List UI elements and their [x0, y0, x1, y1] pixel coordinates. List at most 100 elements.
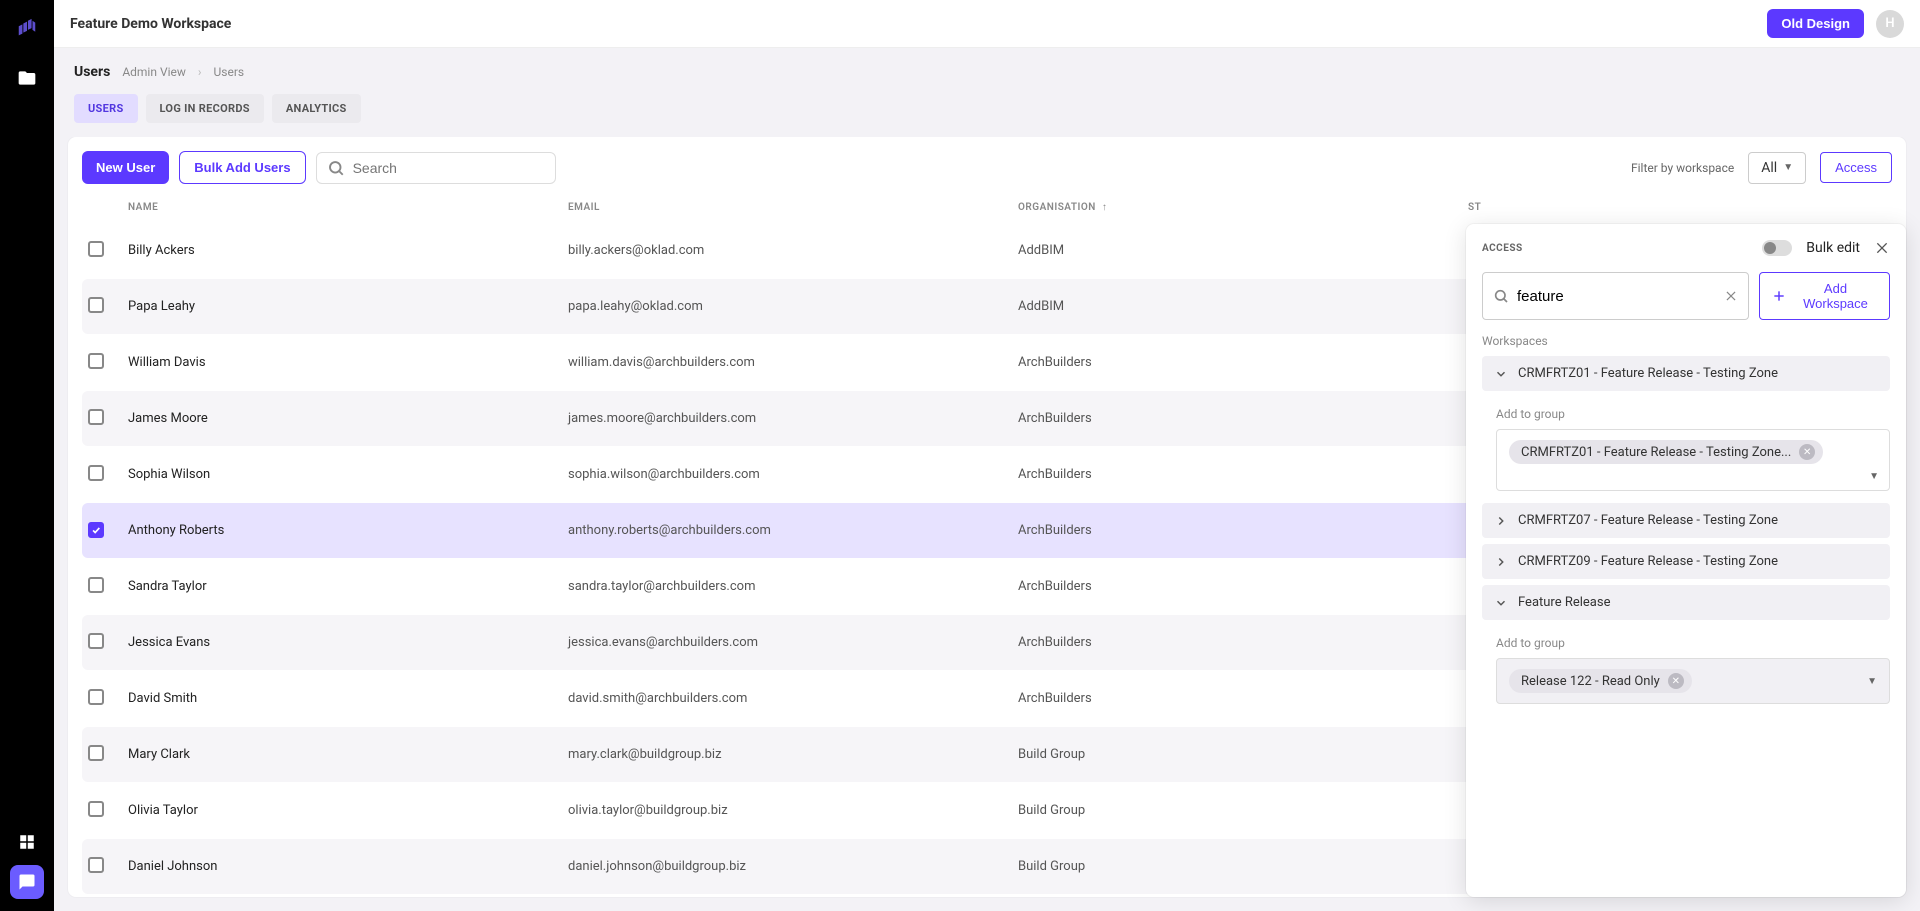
cell-email: papa.leahy@oklad.com — [568, 299, 1018, 314]
panel-title: ACCESS — [1482, 243, 1523, 254]
new-user-button[interactable]: New User — [82, 151, 169, 184]
sort-asc-icon: ↑ — [1102, 202, 1108, 213]
search-box[interactable] — [316, 152, 556, 184]
chip-remove-icon[interactable]: ✕ — [1668, 673, 1684, 689]
group-chip: Release 122 - Read Only ✕ — [1509, 669, 1692, 693]
panel-search-input[interactable] — [1517, 288, 1716, 305]
checkbox[interactable] — [88, 857, 104, 873]
panel-search-box[interactable] — [1482, 272, 1749, 320]
checkbox[interactable] — [88, 745, 104, 761]
add-workspace-button[interactable]: Add Workspace — [1759, 272, 1890, 320]
cell-email: sandra.taylor@archbuilders.com — [568, 579, 1018, 594]
chevron-down-icon — [1494, 367, 1508, 381]
cell-organisation: ArchBuilders — [1018, 467, 1468, 482]
workspace-item[interactable]: CRMFRTZ07 - Feature Release - Testing Zo… — [1482, 503, 1890, 538]
search-input[interactable] — [353, 160, 545, 176]
cell-email: olivia.taylor@buildgroup.biz — [568, 803, 1018, 818]
group-select[interactable]: CRMFRTZ01 - Feature Release - Testing Zo… — [1496, 429, 1890, 491]
filter-by-workspace-label: Filter by workspace — [1631, 161, 1734, 175]
bulk-edit-toggle[interactable] — [1762, 240, 1792, 256]
cell-organisation: ArchBuilders — [1018, 411, 1468, 426]
checkbox[interactable] — [88, 689, 104, 705]
breadcrumb-item[interactable]: Admin View — [122, 65, 186, 79]
access-panel: ACCESS Bulk edit — [1466, 224, 1906, 897]
chip-remove-icon[interactable]: ✕ — [1799, 444, 1815, 460]
cell-name: James Moore — [128, 411, 568, 426]
chevron-right-icon — [1494, 555, 1508, 569]
cell-email: anthony.roberts@archbuilders.com — [568, 523, 1018, 538]
cell-name: Jessica Evans — [128, 635, 568, 650]
breadcrumb-item[interactable]: Users — [214, 65, 245, 79]
cell-organisation: ArchBuilders — [1018, 635, 1468, 650]
cell-name: Papa Leahy — [128, 299, 568, 314]
cell-name: David Smith — [128, 691, 568, 706]
breadcrumb: Users Admin View › Users — [74, 64, 1900, 80]
cell-organisation: AddBIM — [1018, 299, 1468, 314]
cell-name: Mary Clark — [128, 747, 568, 762]
workspaces-label: Workspaces — [1482, 334, 1890, 348]
logo-icon — [16, 18, 38, 40]
folder-icon[interactable] — [17, 68, 37, 88]
bulk-edit-label: Bulk edit — [1806, 240, 1860, 256]
cell-organisation: AddBIM — [1018, 243, 1468, 258]
checkbox[interactable] — [88, 465, 104, 481]
cell-name: Anthony Roberts — [128, 523, 568, 538]
chevron-right-icon: › — [198, 65, 202, 79]
checkbox[interactable] — [88, 522, 104, 538]
old-design-button[interactable]: Old Design — [1767, 9, 1864, 38]
topbar: Feature Demo Workspace Old Design H — [54, 0, 1920, 48]
cell-email: mary.clark@buildgroup.biz — [568, 747, 1018, 762]
tab-users[interactable]: USERS — [74, 94, 138, 123]
cell-email: billy.ackers@oklad.com — [568, 243, 1018, 258]
column-email[interactable]: EMAIL — [568, 202, 1018, 213]
cell-organisation: ArchBuilders — [1018, 523, 1468, 538]
cell-email: daniel.johnson@buildgroup.biz — [568, 859, 1018, 874]
avatar[interactable]: H — [1876, 10, 1904, 38]
sidebar — [0, 0, 54, 911]
tab-analytics[interactable]: ANALYTICS — [272, 94, 361, 123]
access-button[interactable]: Access — [1820, 152, 1892, 183]
group-chip: CRMFRTZ01 - Feature Release - Testing Zo… — [1509, 440, 1823, 464]
checkbox[interactable] — [88, 801, 104, 817]
close-icon[interactable] — [1874, 240, 1890, 256]
column-status[interactable]: ST — [1468, 202, 1886, 213]
cell-email: william.davis@archbuilders.com — [568, 355, 1018, 370]
dashboard-icon[interactable] — [18, 833, 36, 851]
cell-name: Olivia Taylor — [128, 803, 568, 818]
add-to-group-label: Add to group — [1496, 636, 1890, 650]
tab-login-records[interactable]: LOG IN RECORDS — [146, 94, 264, 123]
checkbox[interactable] — [88, 409, 104, 425]
column-organisation[interactable]: ORGANISATION ↑ — [1018, 202, 1468, 213]
cell-name: Billy Ackers — [128, 243, 568, 258]
search-icon — [327, 159, 345, 177]
checkbox[interactable] — [88, 577, 104, 593]
tabs: USERS LOG IN RECORDS ANALYTICS — [74, 94, 1900, 123]
caret-down-icon: ▼ — [1869, 471, 1879, 482]
cell-organisation: Build Group — [1018, 747, 1468, 762]
workspace-item[interactable]: CRMFRTZ09 - Feature Release - Testing Zo… — [1482, 544, 1890, 579]
cell-organisation: ArchBuilders — [1018, 691, 1468, 706]
checkbox[interactable] — [88, 353, 104, 369]
checkbox[interactable] — [88, 241, 104, 257]
cell-email: sophia.wilson@archbuilders.com — [568, 467, 1018, 482]
workspace-filter-select[interactable]: All ▼ — [1748, 152, 1806, 184]
clear-search-icon[interactable] — [1724, 289, 1738, 303]
checkbox[interactable] — [88, 297, 104, 313]
workspace-item[interactable]: CRMFRTZ01 - Feature Release - Testing Zo… — [1482, 356, 1890, 391]
caret-down-icon: ▼ — [1867, 676, 1877, 687]
cell-email: james.moore@archbuilders.com — [568, 411, 1018, 426]
page-title: Users — [74, 64, 110, 80]
cell-name: Sophia Wilson — [128, 467, 568, 482]
group-select[interactable]: Release 122 - Read Only ✕ ▼ — [1496, 658, 1890, 704]
workspace-title: Feature Demo Workspace — [70, 16, 231, 32]
chat-button[interactable] — [10, 865, 44, 899]
table-header: NAME EMAIL ORGANISATION ↑ ST — [82, 192, 1892, 223]
cell-name: Daniel Johnson — [128, 859, 568, 874]
plus-icon — [1772, 289, 1786, 303]
cell-organisation: Build Group — [1018, 859, 1468, 874]
bulk-add-users-button[interactable]: Bulk Add Users — [179, 151, 305, 184]
column-name[interactable]: NAME — [128, 202, 568, 213]
workspace-item[interactable]: Feature Release — [1482, 585, 1890, 620]
checkbox[interactable] — [88, 633, 104, 649]
cell-organisation: Build Group — [1018, 803, 1468, 818]
